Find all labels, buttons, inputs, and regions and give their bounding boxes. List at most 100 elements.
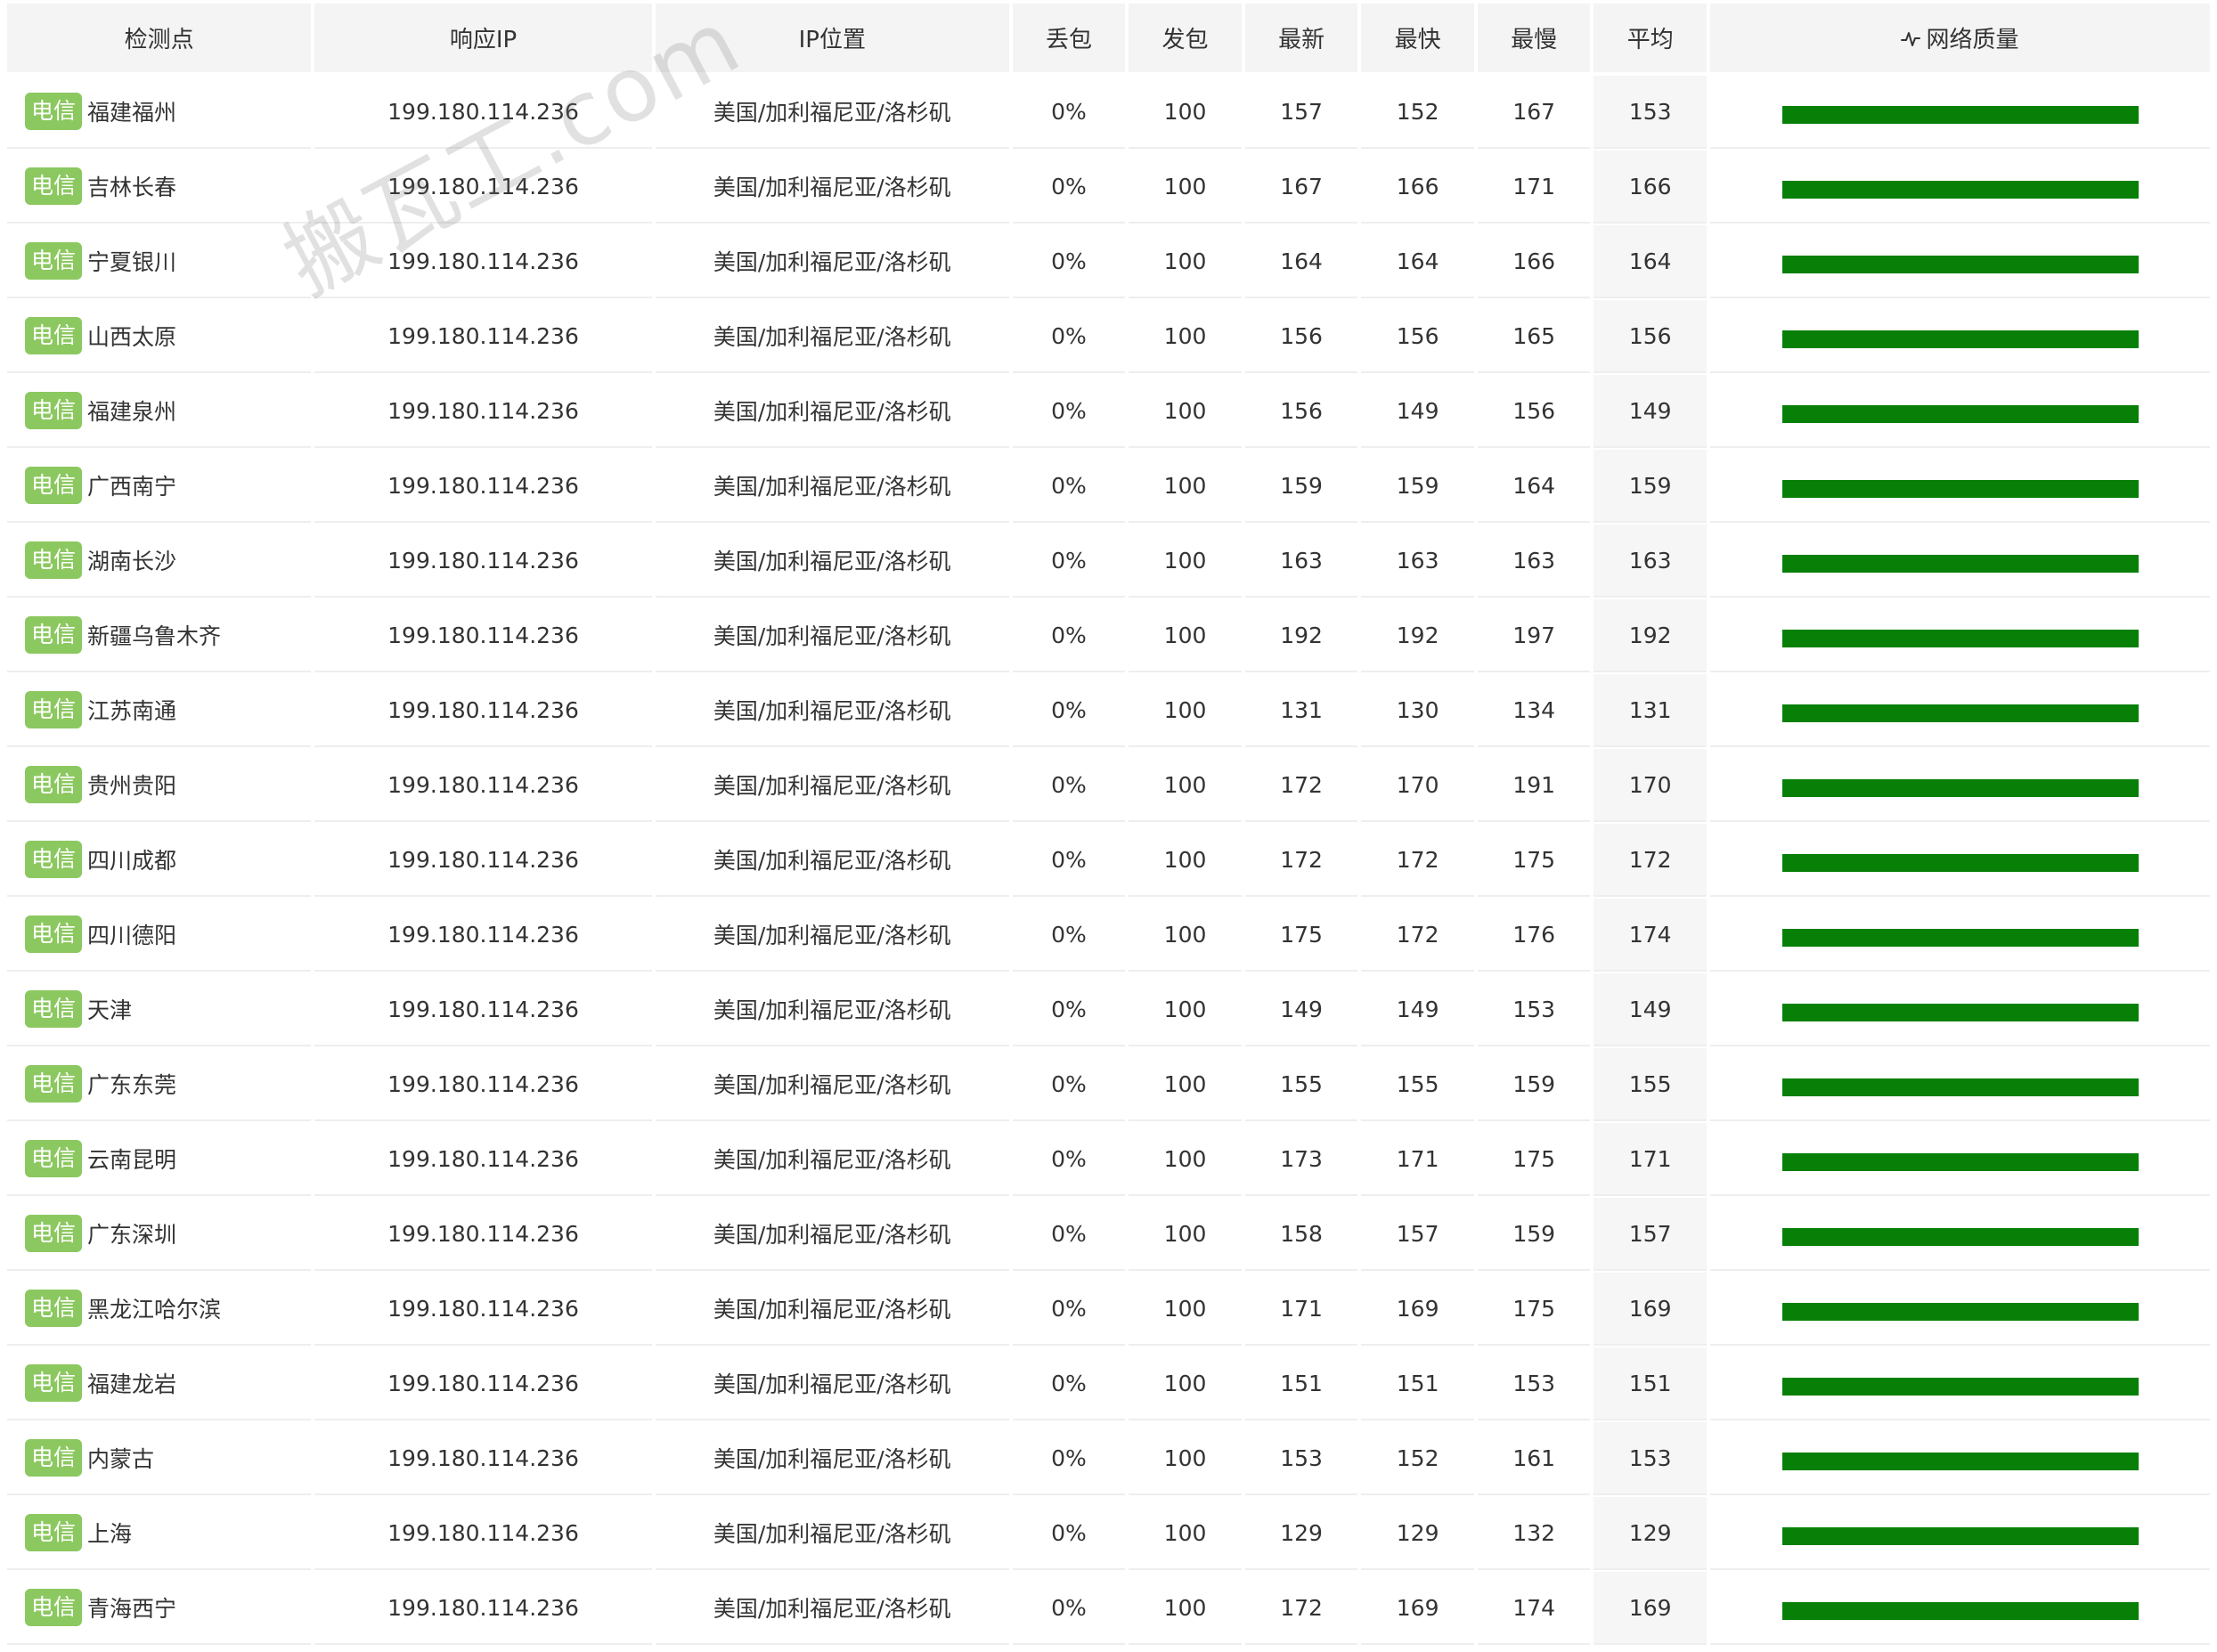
column-header-latest[interactable]: 最新 bbox=[1244, 4, 1358, 72]
cell-location: 美国/加利福尼亚/洛杉矶 bbox=[655, 1347, 1009, 1419]
isp-badge: 电信 bbox=[25, 1589, 83, 1626]
cell-average: 170 bbox=[1593, 749, 1707, 820]
cell-slowest: 156 bbox=[1477, 375, 1591, 446]
cell-fastest: 130 bbox=[1361, 674, 1474, 745]
table-row[interactable]: 电信 天津 199.180.114.236 美国/加利福尼亚/洛杉矶 0% 100 149 1… bbox=[7, 973, 2210, 1045]
cell-loss: 0% bbox=[1012, 300, 1126, 371]
table-row[interactable]: 电信 广东深圳 199.180.114.236 美国/加利福尼亚/洛杉矶 0% 100 15… bbox=[7, 1198, 2210, 1269]
cell-average: 153 bbox=[1593, 1422, 1707, 1493]
node-name: 宁夏银川 bbox=[87, 249, 177, 275]
cell-fastest: 159 bbox=[1361, 450, 1474, 521]
column-header-loss[interactable]: 丢包 bbox=[1012, 4, 1126, 72]
table-row[interactable]: 电信 福建福州 199.180.114.236 美国/加利福尼亚/洛杉矶 0% 100 15… bbox=[7, 76, 2210, 147]
cell-fastest: 155 bbox=[1361, 1048, 1474, 1119]
quality-bar bbox=[1781, 1228, 2139, 1246]
quality-bar bbox=[1781, 1378, 2139, 1396]
node-name: 湖南长沙 bbox=[87, 549, 177, 574]
cell-node: 电信 福建泉州 bbox=[7, 375, 312, 446]
cell-ip: 199.180.114.236 bbox=[314, 1273, 652, 1344]
cell-node: 电信 上海 bbox=[7, 1497, 312, 1568]
cell-loss: 0% bbox=[1012, 1198, 1126, 1269]
cell-loss: 0% bbox=[1012, 1273, 1126, 1344]
cell-loss: 0% bbox=[1012, 1497, 1126, 1568]
cell-fastest: 129 bbox=[1361, 1497, 1474, 1568]
table-row[interactable]: 电信 内蒙古 199.180.114.236 美国/加利福尼亚/洛杉矶 0% 100 153… bbox=[7, 1422, 2210, 1493]
cell-node: 电信 新疆乌鲁木齐 bbox=[7, 599, 312, 671]
table-row[interactable]: 电信 福建龙岩 199.180.114.236 美国/加利福尼亚/洛杉矶 0% 100 15… bbox=[7, 1347, 2210, 1419]
table-row[interactable]: 电信 广西南宁 199.180.114.236 美国/加利福尼亚/洛杉矶 0% 100 15… bbox=[7, 450, 2210, 521]
cell-location: 美国/加利福尼亚/洛杉矶 bbox=[655, 1422, 1009, 1493]
cell-loss: 0% bbox=[1012, 1347, 1126, 1419]
cell-latest: 171 bbox=[1244, 1273, 1358, 1344]
quality-bar bbox=[1781, 1078, 2139, 1096]
cell-slowest: 174 bbox=[1477, 1572, 1591, 1643]
table-row[interactable]: 电信 四川德阳 199.180.114.236 美国/加利福尼亚/洛杉矶 0% 100 17… bbox=[7, 899, 2210, 970]
column-header-quality[interactable]: 网络质量 bbox=[1710, 4, 2210, 72]
cell-location: 美国/加利福尼亚/洛杉矶 bbox=[655, 1572, 1009, 1643]
cell-sent: 100 bbox=[1129, 375, 1242, 446]
cell-latest: 192 bbox=[1244, 599, 1358, 671]
ping-results-table-container: 检测点 响应IP IP位置 丢包 发包 最新 最快 最慢 平均 网络质量 电信福 bbox=[7, 0, 2210, 1647]
cell-loss: 0% bbox=[1012, 749, 1126, 820]
table-row[interactable]: 电信 贵州贵阳 199.180.114.236 美国/加利福尼亚/洛杉矶 0% 100 17… bbox=[7, 749, 2210, 820]
cell-loss: 0% bbox=[1012, 450, 1126, 521]
cell-quality bbox=[1710, 1572, 2210, 1643]
column-header-location[interactable]: IP位置 bbox=[655, 4, 1009, 72]
table-row[interactable]: 电信 广东东莞 199.180.114.236 美国/加利福尼亚/洛杉矶 0% 100 15… bbox=[7, 1048, 2210, 1119]
cell-quality bbox=[1710, 375, 2210, 446]
node-name: 江苏南通 bbox=[87, 698, 177, 724]
cell-fastest: 157 bbox=[1361, 1198, 1474, 1269]
cell-sent: 100 bbox=[1129, 749, 1242, 820]
cell-loss: 0% bbox=[1012, 973, 1126, 1045]
isp-badge: 电信 bbox=[25, 1364, 83, 1402]
table-row[interactable]: 电信 山西太原 199.180.114.236 美国/加利福尼亚/洛杉矶 0% 100 15… bbox=[7, 300, 2210, 371]
table-row[interactable]: 电信 上海 199.180.114.236 美国/加利福尼亚/洛杉矶 0% 100 129 1… bbox=[7, 1497, 2210, 1568]
table-row[interactable]: 电信 青海西宁 199.180.114.236 美国/加利福尼亚/洛杉矶 0% 100 17… bbox=[7, 1572, 2210, 1643]
column-header-ip[interactable]: 响应IP bbox=[314, 4, 652, 72]
cell-latest: 157 bbox=[1244, 76, 1358, 147]
cell-loss: 0% bbox=[1012, 1048, 1126, 1119]
table-row[interactable]: 电信 四川成都 199.180.114.236 美国/加利福尼亚/洛杉矶 0% 100 17… bbox=[7, 824, 2210, 895]
cell-slowest: 163 bbox=[1477, 525, 1591, 596]
cell-sent: 100 bbox=[1129, 1198, 1242, 1269]
table-row[interactable]: 电信 福建泉州 199.180.114.236 美国/加利福尼亚/洛杉矶 0% 100 15… bbox=[7, 375, 2210, 446]
quality-bar bbox=[1781, 256, 2139, 273]
cell-ip: 199.180.114.236 bbox=[314, 76, 652, 147]
table-row[interactable]: 电信 吉林长春 199.180.114.236 美国/加利福尼亚/洛杉矶 0% 100 16… bbox=[7, 151, 2210, 222]
cell-location: 美国/加利福尼亚/洛杉矶 bbox=[655, 76, 1009, 147]
quality-bar bbox=[1781, 1004, 2139, 1021]
node-name: 四川德阳 bbox=[87, 923, 177, 948]
table-row[interactable]: 电信 云南昆明 199.180.114.236 美国/加利福尼亚/洛杉矶 0% 100 17… bbox=[7, 1123, 2210, 1194]
cell-ip: 199.180.114.236 bbox=[314, 973, 652, 1045]
table-row[interactable]: 电信 湖南长沙 199.180.114.236 美国/加利福尼亚/洛杉矶 0% 100 16… bbox=[7, 525, 2210, 596]
cell-location: 美国/加利福尼亚/洛杉矶 bbox=[655, 899, 1009, 970]
quality-bar bbox=[1781, 480, 2139, 498]
cell-ip: 199.180.114.236 bbox=[314, 749, 652, 820]
cell-average: 166 bbox=[1593, 151, 1707, 222]
isp-badge: 电信 bbox=[25, 1140, 83, 1177]
cell-fastest: 172 bbox=[1361, 824, 1474, 895]
column-header-quality-label: 网络质量 bbox=[1926, 27, 2019, 53]
table-row[interactable]: 电信 新疆乌鲁木齐 199.180.114.236 美国/加利福尼亚/洛杉矶 0% 100… bbox=[7, 599, 2210, 671]
cell-ip: 199.180.114.236 bbox=[314, 151, 652, 222]
column-header-fastest[interactable]: 最快 bbox=[1361, 4, 1474, 72]
cell-slowest: 161 bbox=[1477, 1422, 1591, 1493]
cell-loss: 0% bbox=[1012, 375, 1126, 446]
cell-location: 美国/加利福尼亚/洛杉矶 bbox=[655, 1123, 1009, 1194]
column-header-average[interactable]: 平均 bbox=[1593, 4, 1707, 72]
table-row[interactable]: 电信 黑龙江哈尔滨 199.180.114.236 美国/加利福尼亚/洛杉矶 0% 100… bbox=[7, 1273, 2210, 1344]
cell-loss: 0% bbox=[1012, 76, 1126, 147]
column-header-node[interactable]: 检测点 bbox=[7, 4, 312, 72]
cell-slowest: 176 bbox=[1477, 899, 1591, 970]
table-row[interactable]: 电信 江苏南通 199.180.114.236 美国/加利福尼亚/洛杉矶 0% 100 13… bbox=[7, 674, 2210, 745]
table-row[interactable]: 电信 宁夏银川 199.180.114.236 美国/加利福尼亚/洛杉矶 0% 100 16… bbox=[7, 225, 2210, 297]
isp-badge: 电信 bbox=[25, 242, 83, 280]
column-header-sent[interactable]: 发包 bbox=[1129, 4, 1242, 72]
cell-ip: 199.180.114.236 bbox=[314, 599, 652, 671]
cell-slowest: 153 bbox=[1477, 973, 1591, 1045]
cell-average: 131 bbox=[1593, 674, 1707, 745]
column-header-slowest[interactable]: 最慢 bbox=[1477, 4, 1591, 72]
table-header: 检测点 响应IP IP位置 丢包 发包 最新 最快 最慢 平均 网络质量 bbox=[7, 4, 2210, 72]
cell-sent: 100 bbox=[1129, 973, 1242, 1045]
cell-slowest: 159 bbox=[1477, 1048, 1591, 1119]
